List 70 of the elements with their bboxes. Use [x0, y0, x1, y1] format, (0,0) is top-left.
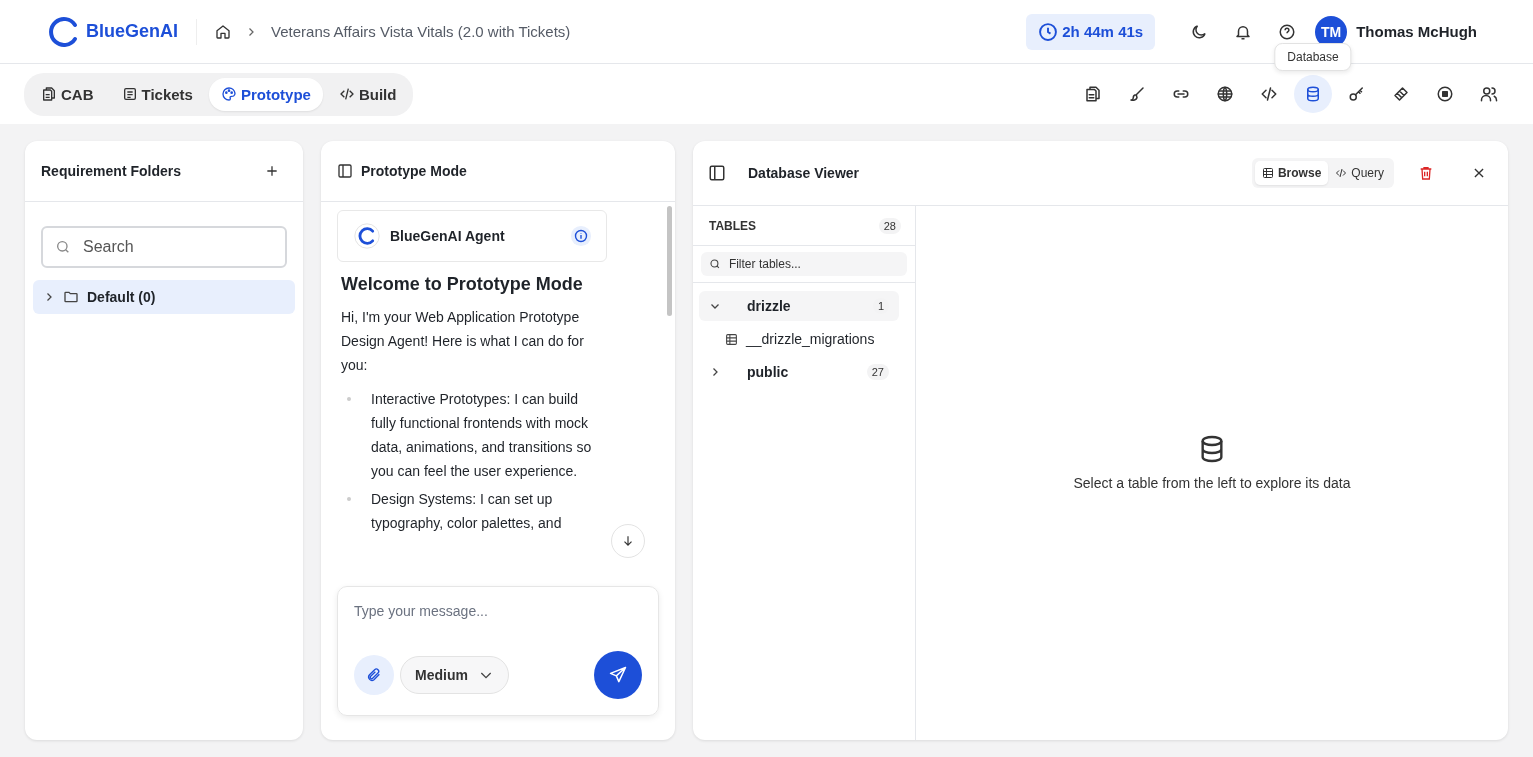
list-icon	[121, 86, 138, 102]
filter-box[interactable]: Filter tables...	[701, 252, 907, 276]
table-name: __drizzle_migrations	[746, 331, 875, 347]
sidebar-toggle-icon[interactable]	[337, 163, 353, 179]
folder-icon	[63, 289, 79, 305]
session-timer: 2h 44m 41s	[1026, 13, 1156, 50]
add-icon[interactable]	[265, 164, 279, 178]
send-icon	[608, 665, 628, 685]
globe-icon	[1216, 85, 1234, 103]
schema-row[interactable]: drizzle 1	[699, 291, 899, 321]
breadcrumb-project[interactable]: Veterans Affairs Vista Vitals (2.0 with Tickets)	[271, 23, 571, 40]
panel-title: Requirement Folders	[41, 163, 182, 179]
agent-name: BlueGenAI Agent	[390, 228, 505, 244]
send-button[interactable]	[594, 651, 642, 699]
trash-icon[interactable]	[1418, 165, 1434, 181]
users-icon	[1480, 85, 1498, 103]
agent-logo-icon	[354, 223, 380, 249]
welcome-heading: Welcome to Prototype Mode	[341, 274, 584, 295]
table-icon	[725, 332, 738, 346]
logo-text: BlueGenAI	[86, 21, 178, 42]
attach-button[interactable]	[354, 655, 394, 695]
sidebar-toggle-icon[interactable]	[708, 164, 726, 182]
intro-text: Hi, I'm your Web Application Prototype Design Agent! Here is what I can do for you:	[341, 308, 585, 375]
effort-dropdown[interactable]: Medium	[400, 656, 509, 694]
pill-icon	[1392, 85, 1410, 103]
close-icon[interactable]	[1472, 166, 1486, 180]
schema-row[interactable]: public 27	[699, 357, 899, 387]
filter-field[interactable]: Filter tables...	[726, 256, 899, 272]
view-mode-tab[interactable]: Query	[1328, 161, 1391, 185]
grid-icon	[1261, 167, 1274, 179]
mode-tab[interactable]: CAB	[29, 77, 106, 111]
tables-label: TABLES	[709, 218, 757, 233]
schema-count: 27	[866, 364, 889, 380]
schema-name: drizzle	[747, 298, 791, 314]
clock-icon	[1038, 21, 1059, 42]
empty-state-message: Select a table from the left to explore its data	[1073, 475, 1351, 491]
database-icon	[1304, 85, 1322, 103]
info-icon[interactable]	[570, 225, 592, 247]
folder-item[interactable]: Default (0)	[33, 280, 295, 314]
table-item[interactable]: __drizzle_migrations	[699, 325, 909, 353]
mode-tab[interactable]: Tickets	[109, 77, 205, 111]
user-name: Thomas McHugh	[1356, 23, 1477, 40]
home-icon[interactable]	[215, 23, 231, 40]
help-icon[interactable]	[1278, 22, 1297, 41]
code-icon	[1260, 85, 1278, 103]
paperclip-icon	[366, 667, 382, 683]
brush-icon	[1128, 85, 1146, 103]
search-box[interactable]: Search	[41, 226, 287, 268]
tooltip: Database	[1274, 43, 1352, 71]
message-box[interactable]: Type your message... Medium	[337, 586, 659, 716]
search-icon	[709, 258, 721, 270]
mode-tab[interactable]: Prototype	[208, 77, 323, 111]
code-icon	[1335, 167, 1348, 179]
feature-text: Interactive Prototypes: I can build fully functional frontends with mock data, animations, and transitions so you can feel the user experience.	[371, 390, 593, 481]
document-icon	[41, 86, 57, 102]
palette-icon	[220, 86, 237, 102]
folder-name: Default (0)	[87, 289, 156, 305]
logo-icon	[48, 15, 80, 48]
record-icon	[1436, 85, 1454, 103]
panel-title: Prototype Mode	[361, 163, 467, 179]
schema-name: public	[747, 364, 789, 380]
feature-text: Design Systems: I can set up typography, color palettes, and	[371, 490, 563, 533]
view-mode-tab[interactable]: Browse	[1254, 161, 1329, 185]
mode-tab[interactable]: Build	[326, 77, 409, 111]
tables-count: 28	[878, 217, 901, 234]
document-icon	[1084, 85, 1102, 103]
key-icon	[1348, 85, 1366, 103]
panel-title: Database Viewer	[748, 165, 860, 181]
code-icon	[338, 86, 355, 102]
search-icon	[55, 239, 71, 255]
